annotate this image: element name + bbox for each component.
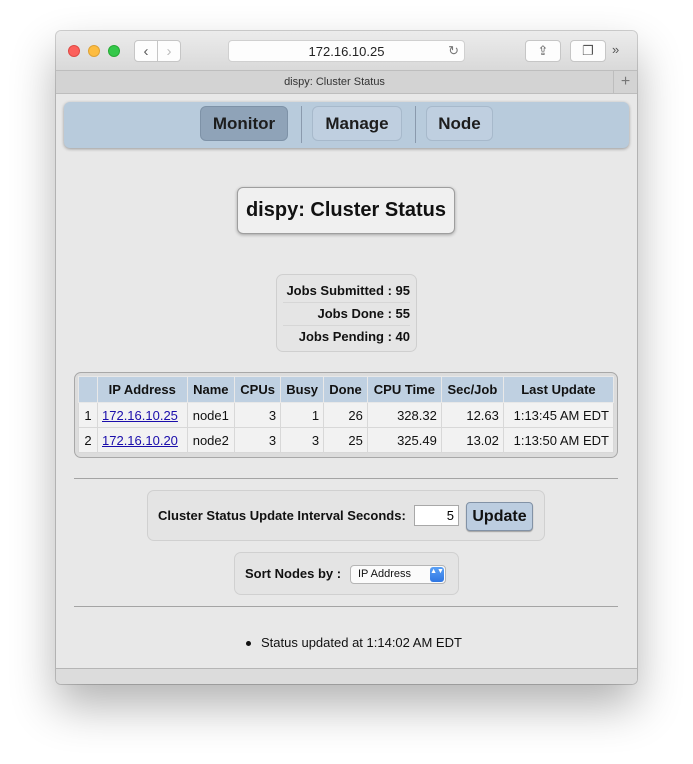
- new-tab-icon[interactable]: +: [613, 71, 637, 93]
- jobs-done-row: Jobs Done : 55: [283, 303, 410, 326]
- jobs-pending-value: 40: [395, 329, 410, 344]
- interval-form: Cluster Status Update Interval Seconds: …: [147, 490, 545, 541]
- node-sec-job: 13.02: [440, 427, 504, 453]
- jobs-submitted-value: 95: [395, 283, 410, 298]
- interval-input[interactable]: [414, 505, 459, 526]
- node-ip-link[interactable]: 172.16.10.20: [102, 433, 178, 448]
- jobs-done-value: 55: [395, 306, 410, 321]
- row-index: 2: [78, 427, 98, 453]
- nav-manage-button[interactable]: Manage: [312, 106, 402, 141]
- tab-title[interactable]: dispy: Cluster Status: [56, 71, 613, 93]
- browser-titlebar: ‹ › 172.16.10.25 ↻ ⇪ ❐ »: [56, 31, 637, 71]
- tabs-icon: ❐: [582, 43, 594, 58]
- col-header-busy[interactable]: Busy: [280, 376, 325, 403]
- sort-form: Sort Nodes by : IP Address ▲▼: [234, 552, 459, 595]
- page-title: dispy: Cluster Status: [237, 187, 455, 234]
- divider: [74, 606, 618, 607]
- share-button[interactable]: ⇪: [525, 40, 561, 62]
- nav-separator: [301, 106, 302, 143]
- jobs-pending-row: Jobs Pending : 40: [283, 326, 410, 348]
- table-row: 1 172.16.10.25 node1 3 1 26 328.32 12.63…: [78, 402, 615, 428]
- col-header-cpus[interactable]: CPUs: [234, 376, 282, 403]
- node-cpu-time: 328.32: [366, 402, 442, 428]
- col-header-cpu-time[interactable]: CPU Time: [366, 376, 442, 403]
- reload-icon[interactable]: ↻: [448, 43, 459, 59]
- node-busy: 1: [280, 402, 325, 428]
- col-header-sec-job[interactable]: Sec/Job: [440, 376, 504, 403]
- nodes-table-container: IP Address Name CPUs Busy Done CPU Time …: [74, 372, 618, 458]
- sort-select[interactable]: IP Address ▲▼: [350, 565, 446, 584]
- interval-label: Cluster Status Update Interval Seconds:: [158, 508, 406, 523]
- node-done: 25: [323, 427, 368, 453]
- node-last-update: 1:13:45 AM EDT: [502, 402, 615, 428]
- nav-separator: [415, 106, 416, 143]
- node-ip-cell: 172.16.10.20: [97, 427, 188, 453]
- chevron-left-icon: ‹: [143, 42, 149, 60]
- sort-label: Sort Nodes by :: [245, 566, 342, 581]
- node-name: node2: [186, 427, 236, 453]
- nav-monitor-button[interactable]: Monitor: [200, 106, 288, 141]
- nav-node-button[interactable]: Node: [426, 106, 493, 141]
- nav-menu: Monitor Manage Node: [64, 102, 629, 148]
- jobs-pending-label: Jobs Pending :: [298, 329, 392, 344]
- close-window-icon[interactable]: [68, 45, 80, 57]
- jobs-submitted-row: Jobs Submitted : 95: [283, 280, 410, 303]
- node-cpus: 3: [234, 402, 282, 428]
- status-message: Status updated at 1:14:02 AM EDT: [246, 635, 462, 650]
- update-button[interactable]: Update: [466, 502, 533, 531]
- sort-selected-value: IP Address: [358, 568, 411, 580]
- status-bar: [56, 668, 637, 684]
- page-content: Monitor Manage Node dispy: Cluster Statu…: [56, 94, 637, 668]
- tab-bar: dispy: Cluster Status +: [56, 71, 637, 94]
- col-header-index: [78, 376, 98, 403]
- address-bar[interactable]: 172.16.10.25 ↻: [228, 40, 465, 62]
- node-cpus: 3: [234, 427, 282, 453]
- browser-window: ‹ › 172.16.10.25 ↻ ⇪ ❐ » dispy: Cluster …: [56, 31, 637, 684]
- bullet-icon: [246, 641, 251, 647]
- node-done: 26: [323, 402, 368, 428]
- col-header-ip[interactable]: IP Address: [97, 376, 188, 403]
- node-cpu-time: 325.49: [366, 427, 442, 453]
- nodes-table: IP Address Name CPUs Busy Done CPU Time …: [78, 376, 615, 453]
- address-text: 172.16.10.25: [308, 43, 385, 59]
- divider: [74, 478, 618, 479]
- col-header-done[interactable]: Done: [323, 376, 368, 403]
- jobs-done-label: Jobs Done :: [317, 306, 392, 321]
- node-ip-cell: 172.16.10.25: [97, 402, 188, 428]
- node-ip-link[interactable]: 172.16.10.25: [102, 408, 178, 423]
- col-header-name[interactable]: Name: [186, 376, 236, 403]
- col-header-last-update[interactable]: Last Update: [502, 376, 615, 403]
- status-text: Status updated at 1:14:02 AM EDT: [261, 635, 462, 650]
- zoom-window-icon[interactable]: [108, 45, 120, 57]
- chevron-right-icon: ›: [166, 42, 172, 60]
- node-name: node1: [186, 402, 236, 428]
- more-toolbar-icon[interactable]: »: [612, 42, 619, 57]
- table-row: 2 172.16.10.20 node2 3 3 25 325.49 13.02…: [78, 427, 615, 453]
- table-header-row: IP Address Name CPUs Busy Done CPU Time …: [78, 376, 615, 403]
- row-index: 1: [78, 402, 98, 428]
- select-arrows-icon: ▲▼: [430, 567, 444, 582]
- node-busy: 3: [280, 427, 325, 453]
- jobs-submitted-label: Jobs Submitted :: [286, 283, 392, 298]
- show-tabs-button[interactable]: ❐: [570, 40, 606, 62]
- node-last-update: 1:13:50 AM EDT: [502, 427, 615, 453]
- node-sec-job: 12.63: [440, 402, 504, 428]
- back-button[interactable]: ‹: [134, 40, 158, 62]
- forward-button[interactable]: ›: [157, 40, 181, 62]
- minimize-window-icon[interactable]: [88, 45, 100, 57]
- share-icon: ⇪: [537, 43, 549, 58]
- jobs-summary: Jobs Submitted : 95 Jobs Done : 55 Jobs …: [276, 274, 417, 352]
